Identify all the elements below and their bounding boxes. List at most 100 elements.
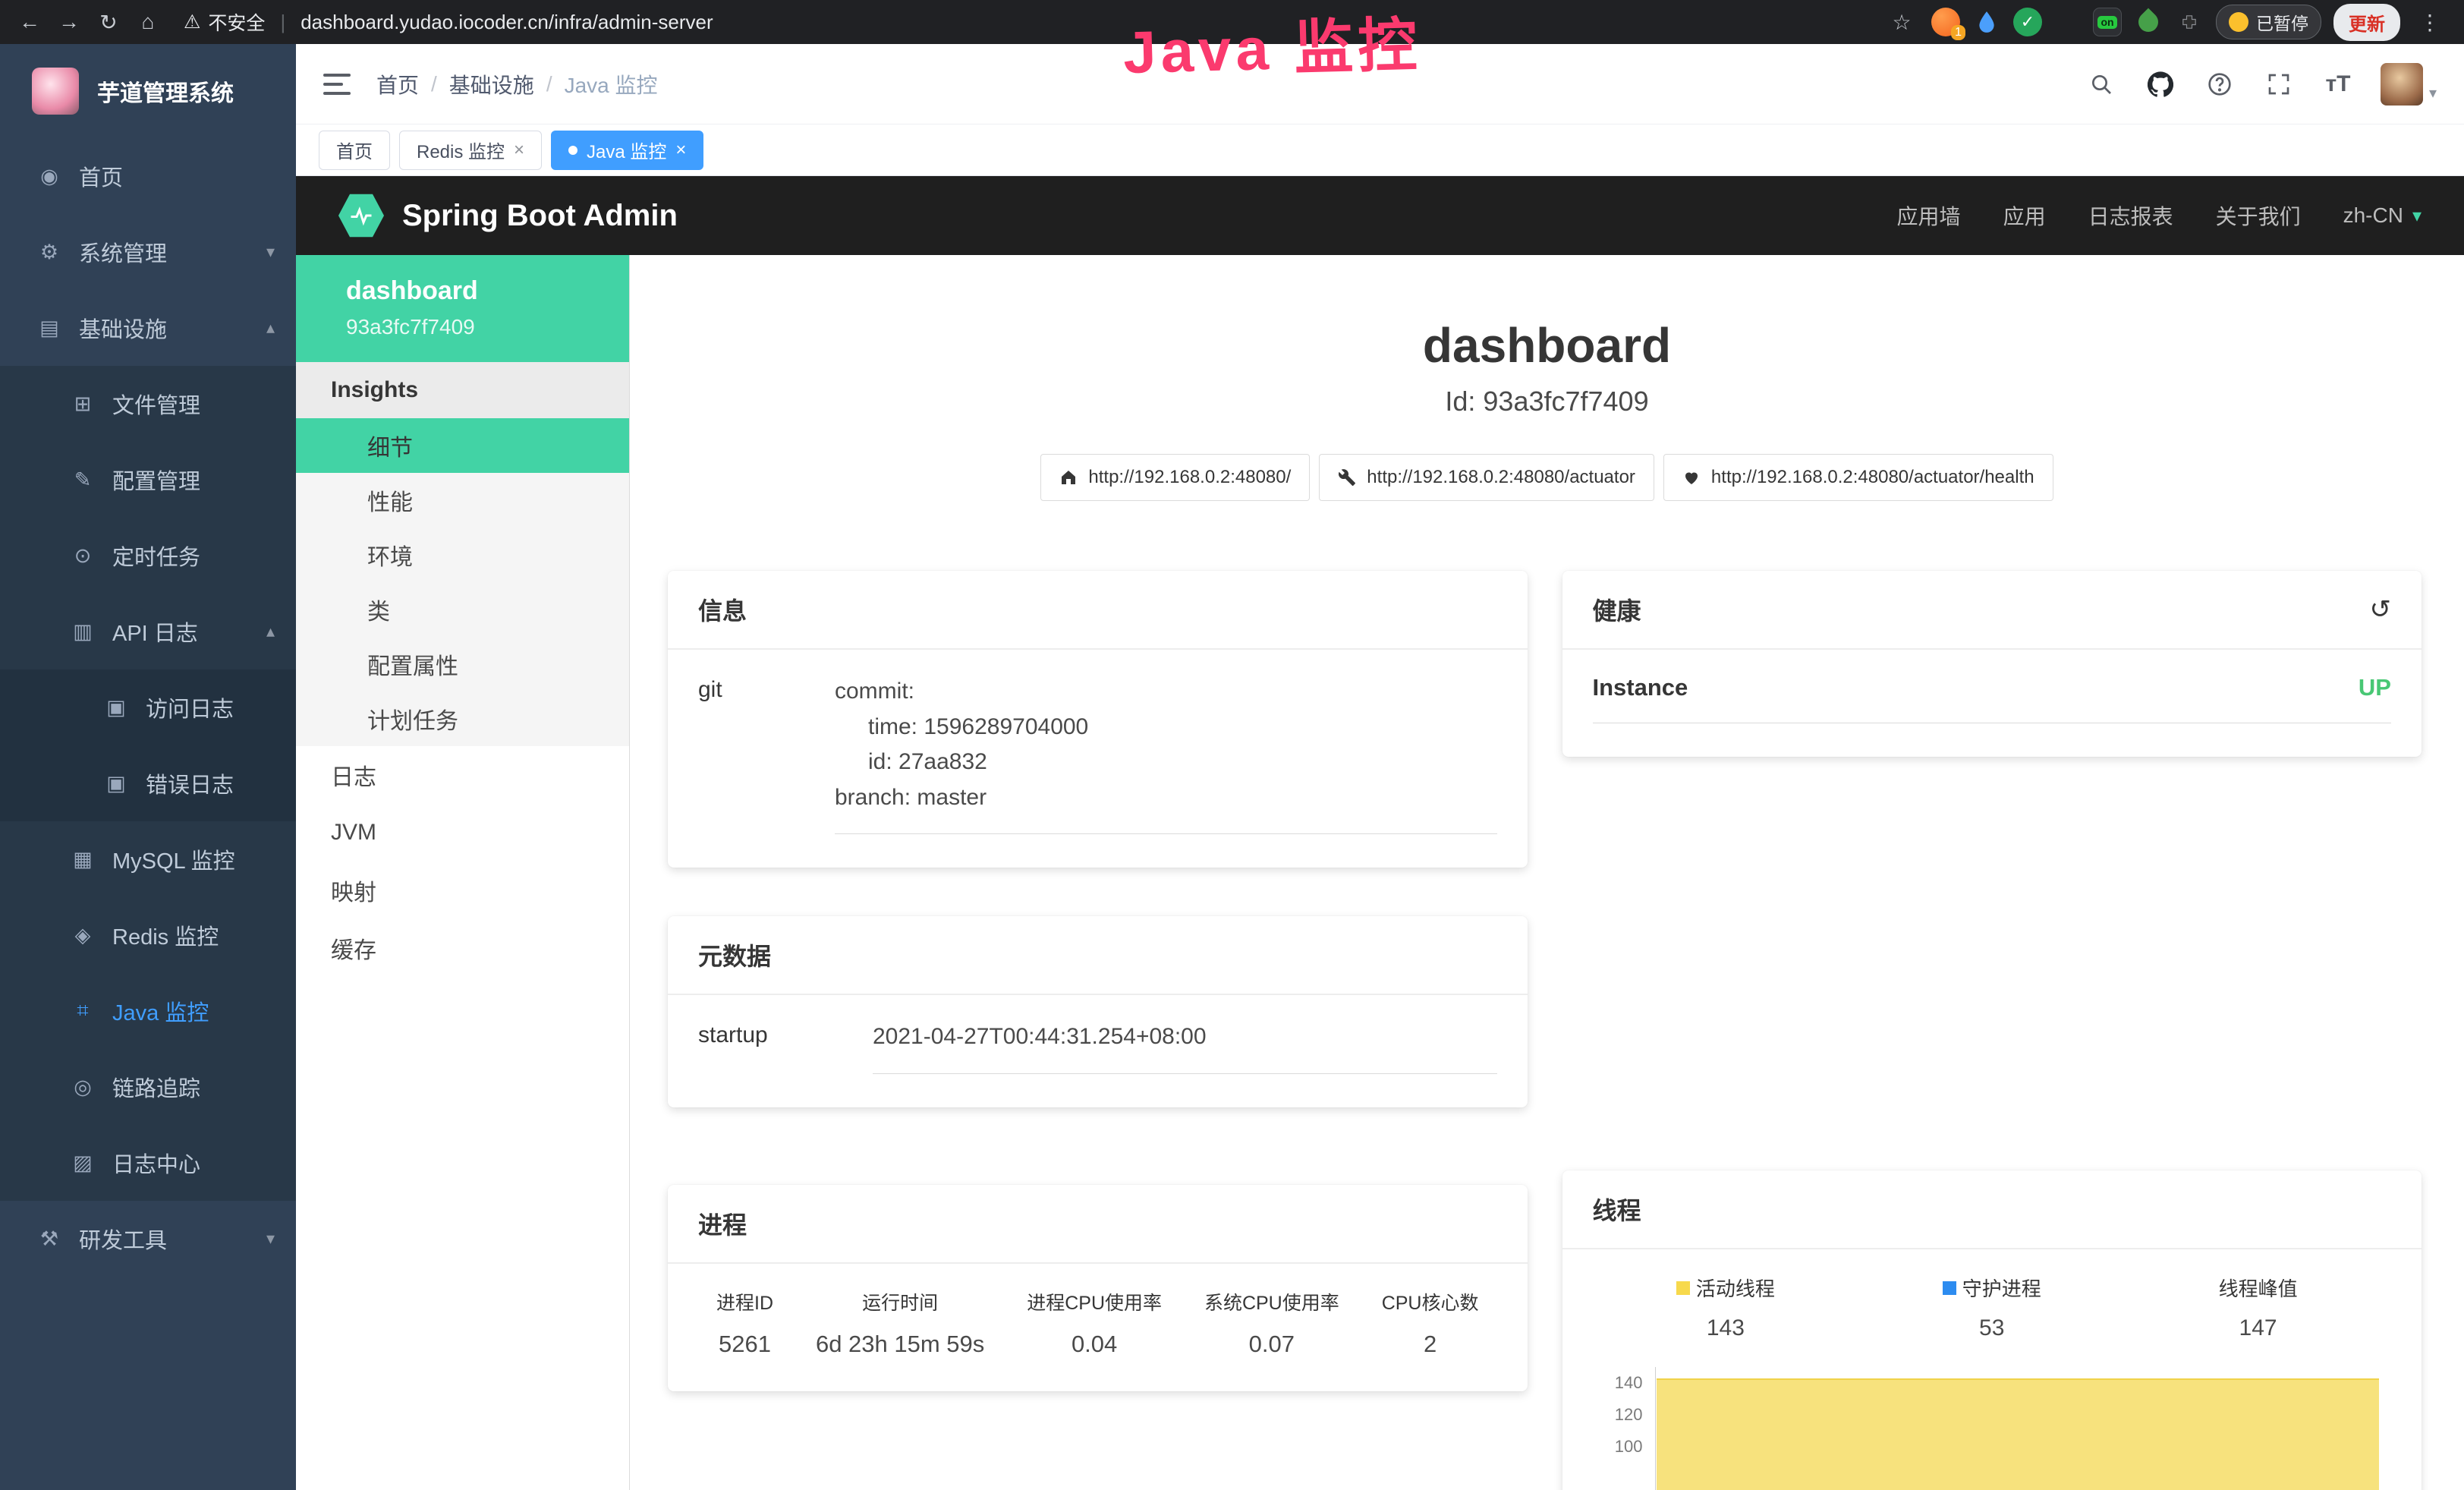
chevron-down-icon: ▾ xyxy=(2429,83,2437,106)
tab-bar: 首页 Redis 监控 × Java 监控 × xyxy=(296,124,2464,176)
tab-java-monitor[interactable]: Java 监控 × xyxy=(551,131,703,170)
chevron-down-icon: ▾ xyxy=(266,1229,275,1249)
font-size-icon[interactable]: тT xyxy=(2321,68,2355,101)
metadata-key: startup xyxy=(698,1019,873,1073)
forward-icon[interactable]: → xyxy=(52,5,87,39)
legend-daemon-threads: 守护进程 53 xyxy=(1858,1274,2125,1341)
chevron-down-icon: ▾ xyxy=(2412,205,2422,227)
leaf-extension-icon[interactable] xyxy=(2134,8,2163,36)
sidebar-item-file-management[interactable]: ⊞ 文件管理 xyxy=(0,366,296,442)
user-menu[interactable]: ▾ xyxy=(2381,63,2437,106)
sidebar-item-log-center[interactable]: ▨ 日志中心 xyxy=(0,1125,296,1201)
metric-process-cpu: 进程CPU使用率 0.04 xyxy=(1027,1288,1162,1358)
fullscreen-icon[interactable] xyxy=(2262,68,2296,101)
security-label: 不安全 xyxy=(208,8,265,36)
nav-about[interactable]: 关于我们 xyxy=(2216,200,2301,231)
sba-item-mappings[interactable]: 映射 xyxy=(296,862,629,919)
sidebar-item-infrastructure[interactable]: ▤ 基础设施 ▴ xyxy=(0,290,296,366)
process-card: 进程 进程ID 5261 运行时间 xyxy=(668,1185,1528,1391)
instance-links: http://192.168.0.2:48080/ http://192.168… xyxy=(630,454,2464,501)
tab-home[interactable]: 首页 xyxy=(319,131,390,170)
sidebar-item-trace[interactable]: ◎ 链路追踪 xyxy=(0,1049,296,1125)
app-title: 芋道管理系统 xyxy=(97,74,234,108)
sba-item-config-props[interactable]: 配置属性 xyxy=(296,637,629,691)
sidebar-item-config-management[interactable]: ✎ 配置管理 xyxy=(0,442,296,518)
sba-item-logs[interactable]: 日志 xyxy=(296,746,629,804)
health-card-title: 健康 xyxy=(1593,592,1641,627)
address-bar[interactable]: dashboard.yudao.iocoder.cn/infra/admin-s… xyxy=(301,11,713,34)
sidebar-item-access-logs[interactable]: ▣ 访问日志 xyxy=(0,669,296,745)
sidebar-item-scheduled-tasks[interactable]: ⊙ 定时任务 xyxy=(0,518,296,594)
green-extension-icon[interactable]: ✓ xyxy=(2013,8,2042,36)
sba-item-caches[interactable]: 缓存 xyxy=(296,919,629,977)
locale-selector[interactable]: zh-CN ▾ xyxy=(2343,203,2422,228)
instance-block[interactable]: dashboard 93a3fc7f7409 xyxy=(296,255,629,362)
fox-extension-icon[interactable]: 1 xyxy=(1931,8,1960,36)
github-icon[interactable] xyxy=(2144,68,2177,101)
log-center-icon: ▨ xyxy=(67,1151,99,1175)
help-icon[interactable] xyxy=(2203,68,2236,101)
collapse-sidebar-icon[interactable] xyxy=(323,69,354,99)
chart-plot-area xyxy=(1655,1367,2380,1490)
back-icon[interactable]: ← xyxy=(12,5,47,39)
breadcrumb-home[interactable]: 首页 xyxy=(376,69,419,99)
metric-cpu-cores: CPU核心数 2 xyxy=(1382,1288,1479,1358)
security-indicator[interactable]: ⚠ 不安全 xyxy=(184,8,265,36)
history-icon[interactable]: ↺ xyxy=(2370,594,2392,625)
sidebar-item-api-logs[interactable]: ▥ API 日志 ▴ xyxy=(0,594,296,669)
sba-logo-icon xyxy=(338,193,384,238)
tools-icon: ⚒ xyxy=(33,1227,65,1251)
smiley-icon xyxy=(2229,12,2248,32)
bookmark-star-icon[interactable]: ☆ xyxy=(1884,5,1919,39)
sidebar-item-java-monitor[interactable]: ⌗ Java 监控 xyxy=(0,973,296,1049)
spring-boot-admin-frame: Spring Boot Admin 应用墙 应用 日志报表 关于我们 zh-CN… xyxy=(296,176,2464,1490)
sidebar-item-redis-monitor[interactable]: ◈ Redis 监控 xyxy=(0,897,296,973)
update-button[interactable]: 更新 xyxy=(2333,4,2400,41)
sba-item-details[interactable]: 细节 xyxy=(296,418,629,473)
api-log-icon: ▥ xyxy=(67,620,99,644)
close-icon[interactable]: × xyxy=(514,140,524,161)
drop-extension-icon[interactable] xyxy=(1972,8,2001,36)
reload-icon[interactable]: ↻ xyxy=(91,5,126,39)
browser-menu-icon[interactable]: ⋮ xyxy=(2412,5,2447,39)
sidebar-item-dev-tools[interactable]: ⚒ 研发工具 ▾ xyxy=(0,1201,296,1277)
sba-item-classes[interactable]: 类 xyxy=(296,582,629,637)
sidebar-item-system-management[interactable]: ⚙ 系统管理 ▾ xyxy=(0,214,296,290)
info-value: commit: time: 1596289704000 id: 27aa832 … xyxy=(835,674,1497,834)
chevron-down-icon: ▾ xyxy=(266,242,275,262)
metric-pid: 进程ID 5261 xyxy=(716,1288,773,1358)
infrastructure-icon: ▤ xyxy=(33,317,65,340)
actuator-link[interactable]: http://192.168.0.2:48080/actuator xyxy=(1319,454,1654,501)
sidebar-item-mysql-monitor[interactable]: ▦ MySQL 监控 xyxy=(0,821,296,897)
app-logo[interactable]: 芋道管理系统 xyxy=(0,44,296,138)
health-link[interactable]: http://192.168.0.2:48080/actuator/health xyxy=(1663,454,2053,501)
puzzle-extension-icon[interactable] xyxy=(2175,8,2204,36)
sba-item-scheduled-tasks[interactable]: 计划任务 xyxy=(296,691,629,746)
tab-redis-monitor[interactable]: Redis 监控 × xyxy=(399,131,542,170)
sba-brand[interactable]: Spring Boot Admin xyxy=(338,193,678,238)
paused-badge[interactable]: 已暂停 xyxy=(2216,5,2321,39)
chevron-up-icon: ▴ xyxy=(266,318,275,338)
health-row: Instance UP xyxy=(1593,674,2392,723)
home-icon[interactable]: ⌂ xyxy=(131,5,165,39)
home-link[interactable]: http://192.168.0.2:48080/ xyxy=(1040,454,1310,501)
sba-item-jvm[interactable]: JVM xyxy=(296,804,629,862)
nav-applications[interactable]: 应用 xyxy=(2003,200,2046,231)
url-divider: | xyxy=(280,11,285,34)
close-icon[interactable]: × xyxy=(675,140,686,161)
edit-icon: ✎ xyxy=(67,468,99,492)
nav-wallboard[interactable]: 应用墙 xyxy=(1897,200,1961,231)
metadata-value: 2021-04-27T00:44:31.254+08:00 xyxy=(873,1019,1497,1073)
on-extension-icon[interactable]: on xyxy=(2093,8,2122,36)
sidebar-item-home[interactable]: ◉ 首页 xyxy=(0,138,296,214)
app-header: 首页 / 基础设施 / Java 监控 xyxy=(296,44,2464,124)
app-logo-image xyxy=(32,68,79,115)
access-log-icon: ▣ xyxy=(100,696,132,720)
sba-item-performance[interactable]: 性能 xyxy=(296,473,629,528)
sba-item-environment[interactable]: 环境 xyxy=(296,528,629,582)
grid-extension-icon[interactable] xyxy=(2054,9,2081,36)
search-icon[interactable] xyxy=(2085,68,2118,101)
breadcrumb-infrastructure[interactable]: 基础设施 xyxy=(449,69,534,99)
sidebar-item-error-logs[interactable]: ▣ 错误日志 xyxy=(0,745,296,821)
nav-journal[interactable]: 日志报表 xyxy=(2088,200,2173,231)
